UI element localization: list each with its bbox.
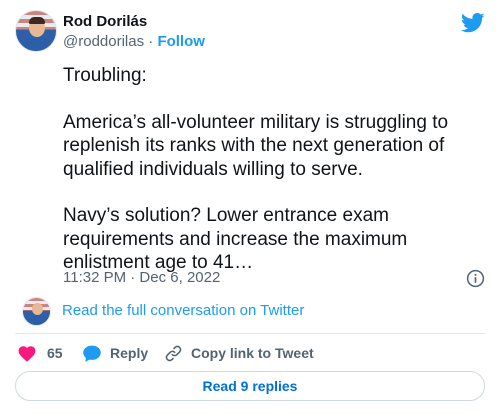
conversation-avatar[interactable] [22,297,51,326]
tweet-text: Troubling: America’s all-volunteer milit… [63,64,488,275]
author-handle[interactable]: @roddorilas [63,33,144,50]
tweet-paragraph: America’s all-volunteer military is stru… [63,111,449,180]
avatar-hair [29,17,45,24]
author-display-name[interactable]: Rod Dorilás [63,13,147,30]
handle-separator: · [148,33,154,50]
read-replies-button[interactable]: Read 9 replies [15,371,485,401]
info-icon[interactable] [466,269,485,288]
tweet-embed-card: Rod Dorilás @roddorilas · Follow Troubli… [0,0,500,415]
reply-label: Reply [110,345,149,361]
author-handle-row: @roddorilas · Follow [63,33,205,50]
follow-link[interactable]: Follow [157,33,205,50]
avatar-shirt [27,315,48,325]
divider [15,333,485,334]
tweet-paragraph: Navy’s solution? Lower entrance exam req… [63,205,408,274]
like-count: 65 [47,345,63,361]
avatar-face [32,303,43,315]
tweet-timestamp[interactable]: 11:32 PM · Dec 6, 2022 [63,269,220,286]
avatar-shirt [22,37,52,51]
heart-icon [18,346,36,362]
link-icon [165,345,182,361]
copy-link-button[interactable]: Copy link to Tweet [164,342,314,364]
author-avatar[interactable] [15,10,57,52]
reply-button[interactable]: Reply [82,342,148,364]
twitter-bird-icon[interactable] [461,13,485,33]
speech-bubble-icon [83,345,101,362]
tweet-paragraph: Troubling: [63,65,147,86]
read-conversation-link[interactable]: Read the full conversation on Twitter [62,302,304,319]
copy-link-label: Copy link to Tweet [191,345,314,361]
like-button[interactable]: 65 [17,342,63,364]
